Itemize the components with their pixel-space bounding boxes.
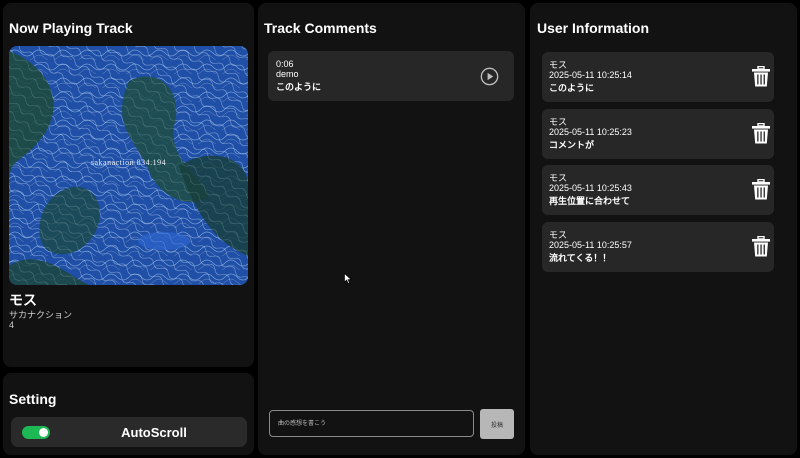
comment-user: demo	[276, 69, 299, 79]
trash-icon[interactable]	[752, 123, 770, 144]
user-comment-text: このように	[549, 83, 595, 93]
user-comment-text: コメントが	[549, 140, 595, 150]
user-comment-timestamp: 2025-05-11 10:25:23	[549, 127, 632, 137]
now-playing-title: Now Playing Track	[9, 20, 133, 36]
comment-text: このように	[276, 82, 322, 92]
user-comment-timestamp: 2025-05-11 10:25:14	[549, 70, 632, 80]
setting-title: Setting	[9, 391, 57, 407]
user-comment-item: モス 2025-05-11 10:25:57 流れてくる！！	[542, 222, 774, 272]
user-information-panel: User Information モス 2025-05-11 10:25:14 …	[530, 3, 797, 455]
trash-icon[interactable]	[752, 66, 770, 87]
autoscroll-row[interactable]: AutoScroll	[11, 417, 247, 447]
user-comment-item: モス 2025-05-11 10:25:23 コメントが	[542, 109, 774, 159]
comment-input[interactable]	[269, 410, 474, 437]
album-art: sakanaction 834.194	[9, 46, 248, 285]
autoscroll-toggle[interactable]	[22, 426, 50, 439]
now-playing-panel: Now Playing Track sakanaction 834.194 モス…	[3, 3, 254, 367]
trash-icon[interactable]	[752, 236, 770, 257]
user-comment-timestamp: 2025-05-11 10:25:57	[549, 240, 632, 250]
post-button[interactable]: 投稿	[480, 409, 514, 439]
track-title: モス	[9, 292, 37, 308]
comment-time: 0:06	[276, 59, 294, 69]
album-art-caption: sakanaction 834.194	[90, 158, 167, 167]
user-comment-text: 流れてくる！！	[549, 253, 612, 263]
user-comment-text: 再生位置に合わせて	[549, 196, 631, 206]
track-comments-panel: Track Comments 0:06 demo このように 投稿	[258, 3, 525, 455]
user-comment-item: モス 2025-05-11 10:25:14 このように	[542, 52, 774, 102]
user-information-title: User Information	[537, 20, 650, 36]
track-comments-title: Track Comments	[264, 20, 377, 36]
toggle-knob	[39, 428, 48, 437]
setting-panel: Setting AutoScroll	[3, 373, 254, 455]
track-number: 4	[9, 320, 15, 330]
play-circle-icon[interactable]	[480, 67, 499, 86]
user-comment-timestamp: 2025-05-11 10:25:43	[549, 183, 632, 193]
trash-icon[interactable]	[752, 179, 770, 200]
autoscroll-label: AutoScroll	[121, 425, 187, 440]
user-comment-item: モス 2025-05-11 10:25:43 再生位置に合わせて	[542, 165, 774, 215]
mouse-cursor-icon	[344, 273, 352, 284]
comment-item: 0:06 demo このように	[268, 51, 514, 101]
track-artist: サカナクション	[9, 310, 73, 320]
